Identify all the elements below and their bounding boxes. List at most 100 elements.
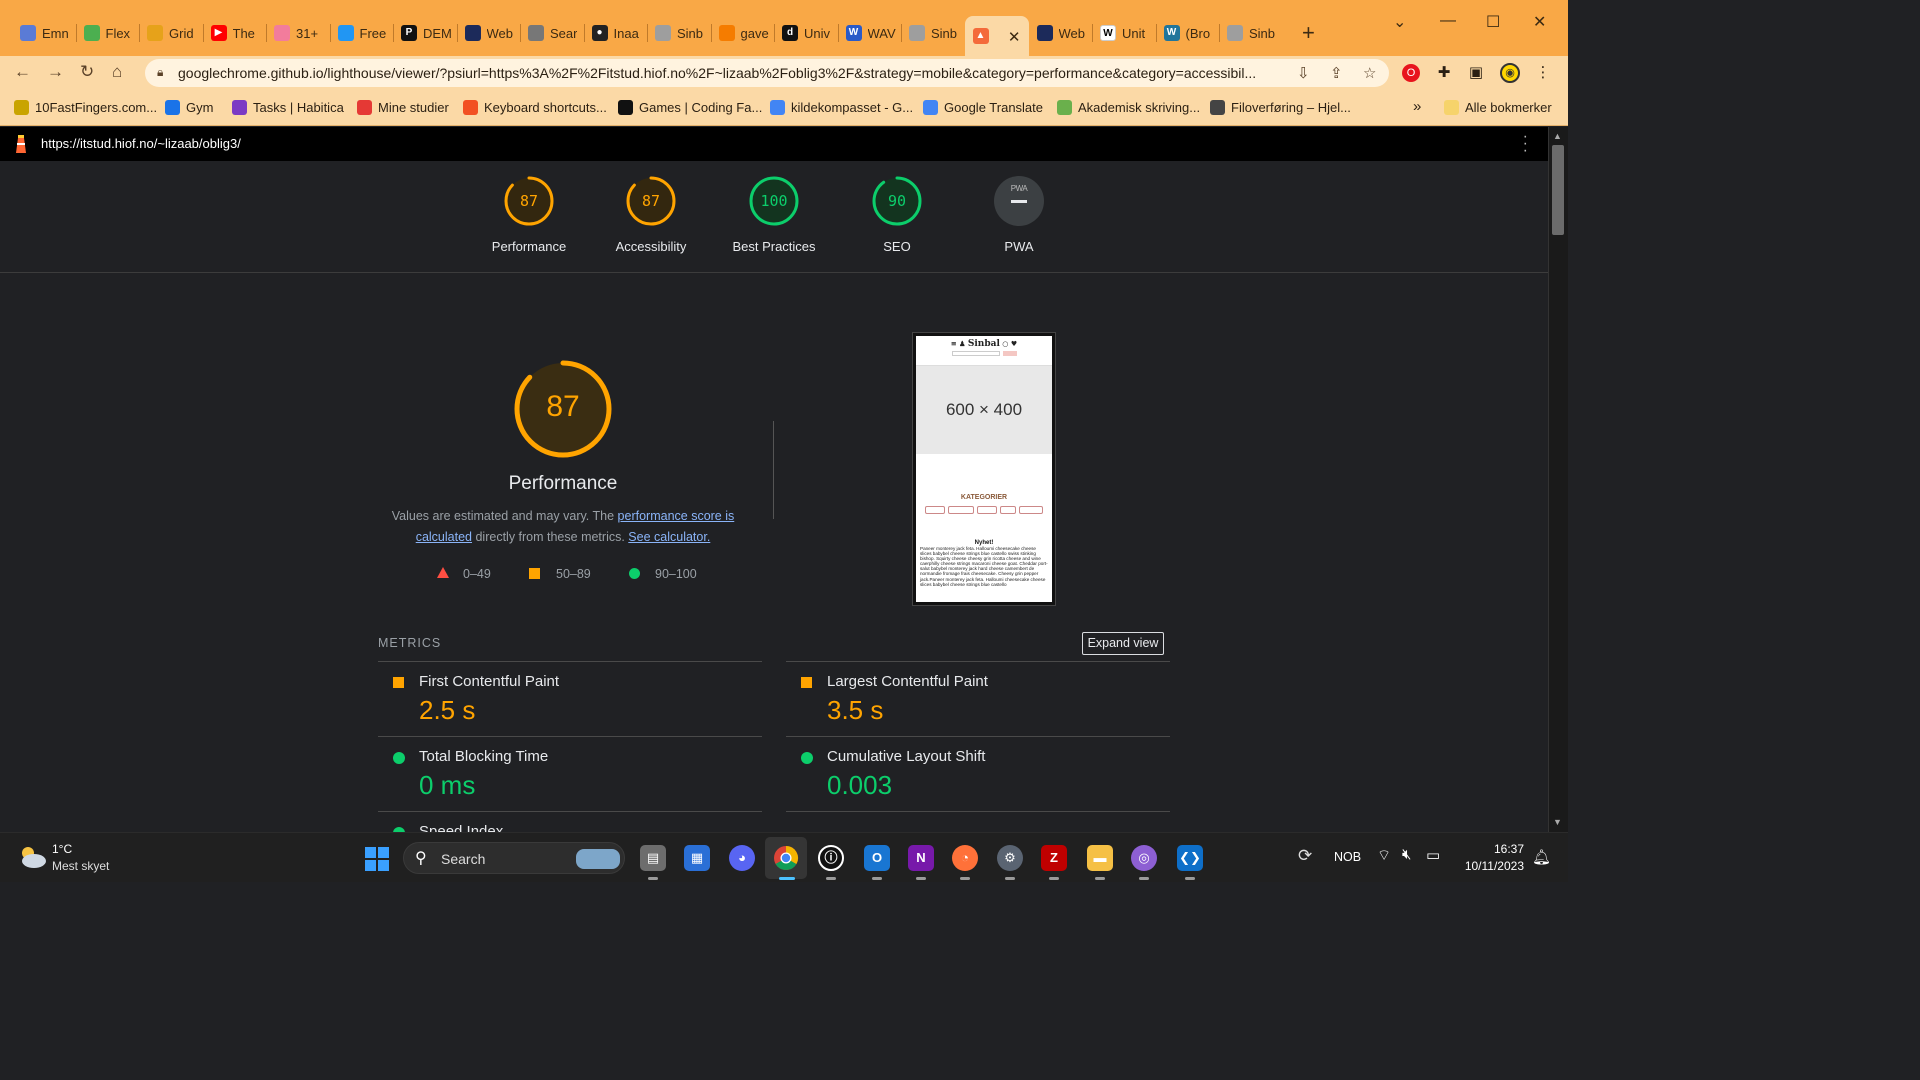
taskbar-search-box[interactable]: ⚲ Search: [403, 842, 625, 874]
close-window-icon[interactable]: ✕: [1533, 12, 1546, 32]
all-bookmarks-folder[interactable]: Alle bokmerker: [1444, 100, 1552, 115]
browser-tab[interactable]: gave: [711, 20, 775, 46]
task-view-icon[interactable]: ▤: [640, 845, 666, 871]
battery-icon[interactable]: ▭: [1426, 846, 1440, 864]
bookmark-item[interactable]: Filoverføring – Hjel...: [1210, 100, 1351, 115]
sync-icon[interactable]: ⟳: [1298, 846, 1312, 866]
input-language[interactable]: NOB: [1334, 850, 1361, 864]
browser-tab[interactable]: 31+: [266, 20, 330, 46]
browser-tab[interactable]: Web: [457, 20, 521, 46]
back-icon[interactable]: ←: [14, 62, 31, 82]
share-icon[interactable]: ⇪: [1330, 64, 1343, 82]
tab-favicon-dem: P: [401, 25, 417, 41]
profile-avatar[interactable]: ◉: [1500, 63, 1520, 83]
discord-icon[interactable]: ◕: [729, 845, 755, 871]
bookmark-item[interactable]: Mine studier: [357, 100, 449, 115]
scroll-up-icon[interactable]: ▲: [1553, 131, 1562, 141]
browser-tab[interactable]: Flex: [76, 20, 140, 46]
performance-section: 87 Performance Values are estimated and …: [0, 273, 1548, 840]
legend-pass-range: 90–100: [655, 567, 697, 581]
reload-icon[interactable]: ↻: [80, 62, 94, 82]
browser-tab[interactable]: Sinb: [647, 20, 711, 46]
browser-tab[interactable]: Sinb: [901, 20, 965, 46]
bookmarks-overflow-icon[interactable]: »: [1413, 98, 1421, 115]
browser-tab[interactable]: Emn: [12, 20, 76, 46]
outlook-icon[interactable]: O: [864, 845, 890, 871]
new-tab-button[interactable]: +: [1302, 20, 1315, 46]
browser-tab[interactable]: Sinb: [1219, 20, 1283, 46]
browser-menu-icon[interactable]: ⋮: [1534, 64, 1552, 82]
maximize-icon[interactable]: ☐: [1486, 12, 1500, 32]
browser-tab[interactable]: d Univ: [774, 20, 838, 46]
minimize-icon[interactable]: —: [1440, 12, 1456, 30]
notification-bell-icon[interactable]: 🔔︎: [1532, 848, 1551, 866]
microsoft-store-icon[interactable]: ▦: [684, 845, 710, 871]
vscode-icon[interactable]: ❮❯: [1177, 845, 1203, 871]
firefox-icon[interactable]: ◔: [952, 845, 978, 871]
bookmark-item[interactable]: kildekompasset - G...: [770, 100, 913, 115]
best-practices-gauge[interactable]: 100: [748, 175, 800, 227]
page-scrollbar[interactable]: ▲ ▼: [1548, 127, 1568, 832]
onenote-icon[interactable]: N: [908, 845, 934, 871]
browser-tab[interactable]: Grid: [139, 20, 203, 46]
extensions-icon[interactable]: ✚: [1435, 64, 1453, 82]
bookmark-item[interactable]: 10FastFingers.com...: [14, 100, 157, 115]
browser-tab[interactable]: Sear: [520, 20, 584, 46]
address-bar[interactable]: 🔒︎ googlechrome.github.io/lighthouse/vie…: [145, 59, 1389, 87]
browser-tab[interactable]: ▲ ✕: [964, 16, 1029, 56]
chrome-icon[interactable]: [773, 845, 799, 871]
windows-start-icon[interactable]: [365, 847, 389, 871]
file-explorer-icon[interactable]: ▬: [1087, 845, 1113, 871]
clock-date[interactable]: 10/11/2023: [1440, 859, 1524, 873]
browser-tab[interactable]: Free: [330, 20, 394, 46]
site-info-icon[interactable]: 🔒︎: [157, 65, 163, 80]
install-icon[interactable]: ⇩: [1297, 64, 1310, 82]
browser-tab[interactable]: W (Bro: [1156, 20, 1220, 46]
bookmark-star-icon[interactable]: ☆: [1363, 64, 1376, 82]
seo-gauge[interactable]: 90: [871, 175, 923, 227]
bookmark-item[interactable]: Games | Coding Fa...: [618, 100, 762, 115]
bookmark-item[interactable]: Keyboard shortcuts...: [463, 100, 607, 115]
bookmark-item[interactable]: Gym: [165, 100, 213, 115]
notion-style-app-icon[interactable]: ⓘ: [818, 845, 844, 871]
weather-temperature[interactable]: 1°C: [52, 842, 72, 856]
screenshot-chip: [1019, 506, 1043, 514]
clock-time[interactable]: 16:37: [1460, 842, 1524, 856]
bookmark-item[interactable]: Google Translate: [923, 100, 1043, 115]
side-panel-icon[interactable]: ▣: [1467, 64, 1485, 82]
browser-tab[interactable]: ▶ The: [203, 20, 267, 46]
metric-value: 2.5 s: [419, 695, 476, 725]
legend-average-range: 50–89: [556, 567, 591, 581]
performance-gauge[interactable]: 87: [503, 175, 555, 227]
browser-tab-label: Sear: [550, 25, 578, 41]
see-calculator-link[interactable]: See calculator.: [628, 530, 710, 544]
wifi-icon[interactable]: ⌔: [1377, 846, 1391, 865]
scrollbar-thumb[interactable]: [1552, 145, 1564, 235]
address-text[interactable]: googlechrome.github.io/lighthouse/viewer…: [178, 65, 1288, 81]
pwa-gauge[interactable]: PWA: [993, 175, 1045, 227]
tools-menu-icon[interactable]: · · ·: [1523, 129, 1528, 159]
home-icon[interactable]: ⌂: [112, 62, 122, 82]
final-screenshot[interactable]: ≡ ♟ Sinbal ○ ♥ 600 × 400 KATEGORIER Nyhe…: [912, 332, 1056, 606]
scroll-down-icon[interactable]: ▼: [1553, 817, 1562, 827]
volume-muted-icon[interactable]: 🔇︎: [1402, 846, 1411, 863]
bookmark-item[interactable]: Tasks | Habitica: [232, 100, 344, 115]
browser-tab[interactable]: Web: [1029, 20, 1093, 46]
filezilla-icon[interactable]: Z: [1041, 845, 1067, 871]
tab-search-icon[interactable]: ⌄: [1393, 12, 1406, 32]
accessibility-gauge[interactable]: 87: [625, 175, 677, 227]
tested-url[interactable]: https://itstud.hiof.no/~lizaab/oblig3/: [41, 136, 241, 151]
browser-tab[interactable]: W WAV: [838, 20, 902, 46]
browser-tab[interactable]: ● Inaa: [584, 20, 648, 46]
tab-close-icon[interactable]: ✕: [1008, 28, 1021, 46]
weather-description[interactable]: Mest skyet: [52, 859, 109, 873]
github-desktop-icon[interactable]: ◎: [1131, 845, 1157, 871]
settings-gear-icon[interactable]: ⚙: [997, 845, 1023, 871]
forward-icon[interactable]: →: [47, 62, 64, 82]
expand-view-button[interactable]: Expand view: [1082, 632, 1164, 655]
browser-tab[interactable]: W Unit: [1092, 20, 1156, 46]
bookmark-item[interactable]: Akademisk skriving...: [1057, 100, 1200, 115]
metric-divider: [378, 661, 762, 662]
opera-adblock-icon[interactable]: O: [1402, 64, 1420, 82]
browser-tab[interactable]: P DEM: [393, 20, 457, 46]
